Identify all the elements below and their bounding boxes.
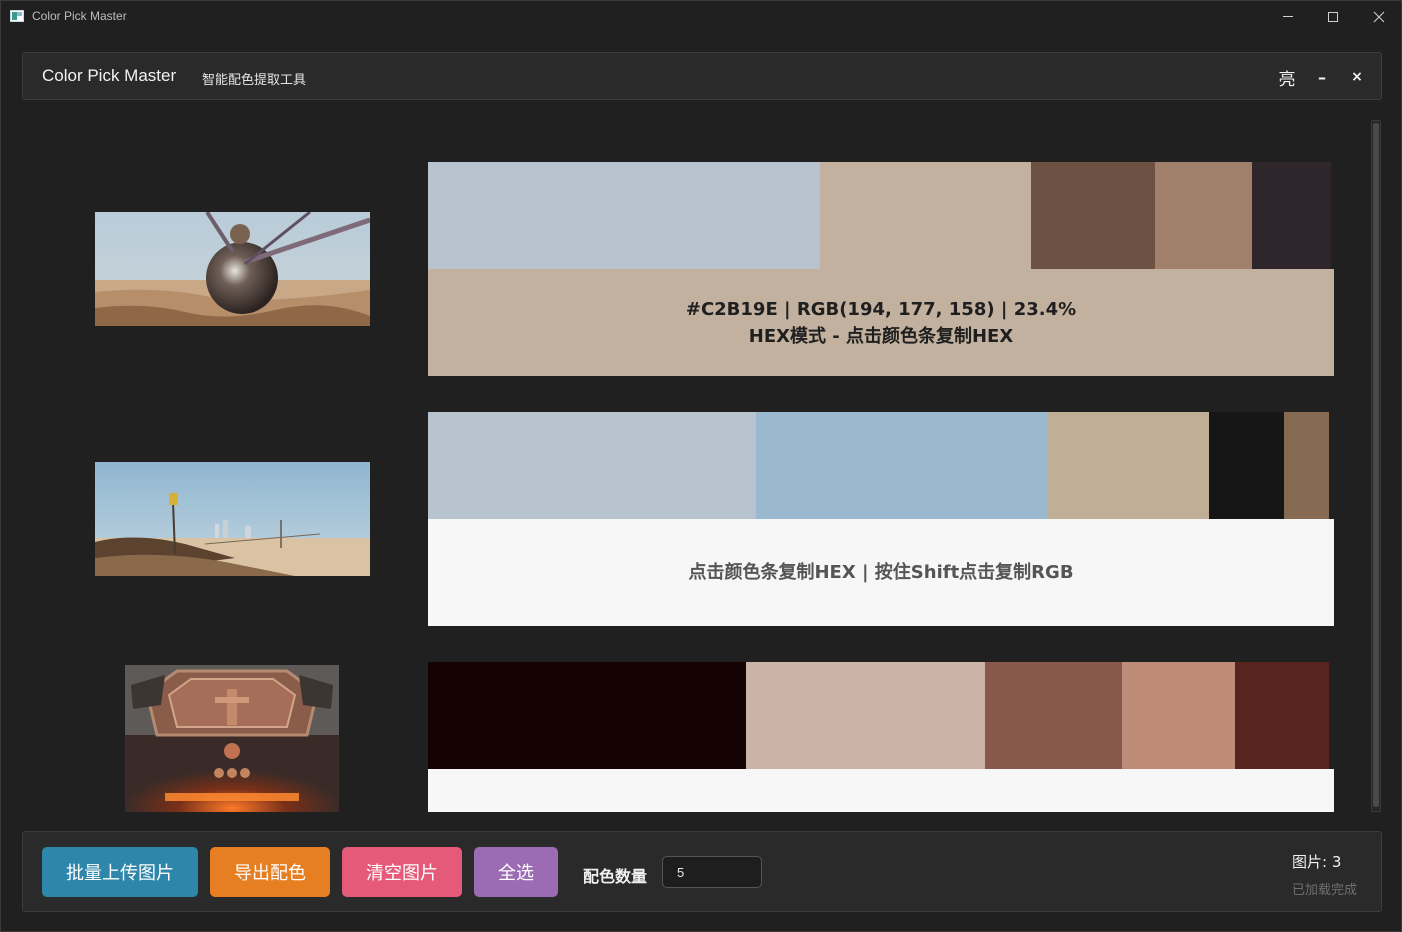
color-swatch[interactable] <box>1235 662 1329 769</box>
palette-row <box>22 662 1362 821</box>
clear-images-button[interactable]: 清空图片 <box>342 847 462 897</box>
color-swatch[interactable] <box>1031 162 1155 269</box>
image-count: 图片: 3 <box>1292 853 1342 871</box>
palette-row: 点击颜色条复制HEX | 按住Shift点击复制RGB <box>22 412 1362 626</box>
copy-hint: 点击颜色条复制HEX | 按住Shift点击复制RGB <box>688 562 1074 583</box>
metal-panel-photo-icon <box>125 665 339 812</box>
palette-panel <box>428 662 1334 812</box>
color-swatch[interactable] <box>428 162 820 269</box>
color-info-line: #C2B19E | RGB(194, 177, 158) | 23.4% <box>685 298 1077 320</box>
window-minimize-button[interactable] <box>1265 1 1311 32</box>
app-icon <box>10 10 24 22</box>
image-thumbnail[interactable] <box>95 212 370 326</box>
swatch-strip <box>428 162 1331 269</box>
color-info-box <box>428 769 1334 812</box>
export-palette-button[interactable]: 导出配色 <box>210 847 330 897</box>
color-swatch[interactable] <box>1209 412 1284 519</box>
os-titlebar: Color Pick Master <box>1 1 1401 32</box>
color-swatch[interactable] <box>1284 412 1329 519</box>
select-all-button[interactable]: 全选 <box>474 847 558 897</box>
app-subtitle: 智能配色提取工具 <box>202 73 307 88</box>
header-minimize-button[interactable]: – <box>1310 63 1334 91</box>
color-swatch[interactable] <box>1155 162 1252 269</box>
color-mode-hint: HEX模式 - 点击颜色条复制HEX <box>748 325 1014 347</box>
color-count-input[interactable] <box>662 856 762 888</box>
color-swatch[interactable] <box>428 412 756 519</box>
image-thumbnail[interactable] <box>125 665 339 812</box>
color-swatch[interactable] <box>756 412 1047 519</box>
palette-row: #C2B19E | RGB(194, 177, 158) | 23.4% HEX… <box>22 162 1362 376</box>
color-swatch[interactable] <box>1252 162 1331 269</box>
window-maximize-button[interactable] <box>1310 1 1356 32</box>
app-title: Color Pick Master <box>42 66 177 85</box>
color-swatch[interactable] <box>1122 662 1235 769</box>
color-swatch[interactable] <box>1047 412 1209 519</box>
swatch-strip <box>428 662 1331 769</box>
scrollbar-thumb[interactable] <box>1373 123 1379 807</box>
desert-city-photo-icon <box>95 462 370 576</box>
sphere-desert-photo-icon <box>95 212 370 326</box>
close-icon <box>1373 11 1385 22</box>
color-swatch[interactable] <box>746 662 985 769</box>
footer-toolbar: 批量上传图片 导出配色 清空图片 全选 配色数量 图片: 3 已加载完成 <box>22 831 1382 912</box>
color-info-box: #C2B19E | RGB(194, 177, 158) | 23.4% HEX… <box>428 269 1334 376</box>
app-window: Color Pick Master Color Pick Master 智能配色… <box>0 0 1402 932</box>
maximize-icon <box>1328 11 1338 22</box>
app-header: Color Pick Master 智能配色提取工具 亮 – × <box>22 52 1382 100</box>
window-title: Color Pick Master <box>32 9 127 23</box>
window-close-button[interactable] <box>1356 1 1402 32</box>
load-status: 已加载完成 <box>1292 883 1358 898</box>
color-swatch[interactable] <box>428 662 746 769</box>
swatch-strip <box>428 412 1331 519</box>
color-swatch[interactable] <box>820 162 1031 269</box>
minimize-icon <box>1283 16 1293 17</box>
color-info-box: 点击颜色条复制HEX | 按住Shift点击复制RGB <box>428 519 1334 626</box>
vertical-scrollbar[interactable] <box>1371 120 1381 812</box>
color-swatch[interactable] <box>985 662 1122 769</box>
color-count-label: 配色数量 <box>583 867 648 886</box>
batch-upload-button[interactable]: 批量上传图片 <box>42 847 198 897</box>
header-close-button[interactable]: × <box>1345 63 1369 91</box>
palette-list: #C2B19E | RGB(194, 177, 158) | 23.4% HEX… <box>22 101 1382 821</box>
theme-toggle-button[interactable]: 亮 <box>1273 63 1301 91</box>
image-thumbnail[interactable] <box>95 462 370 576</box>
